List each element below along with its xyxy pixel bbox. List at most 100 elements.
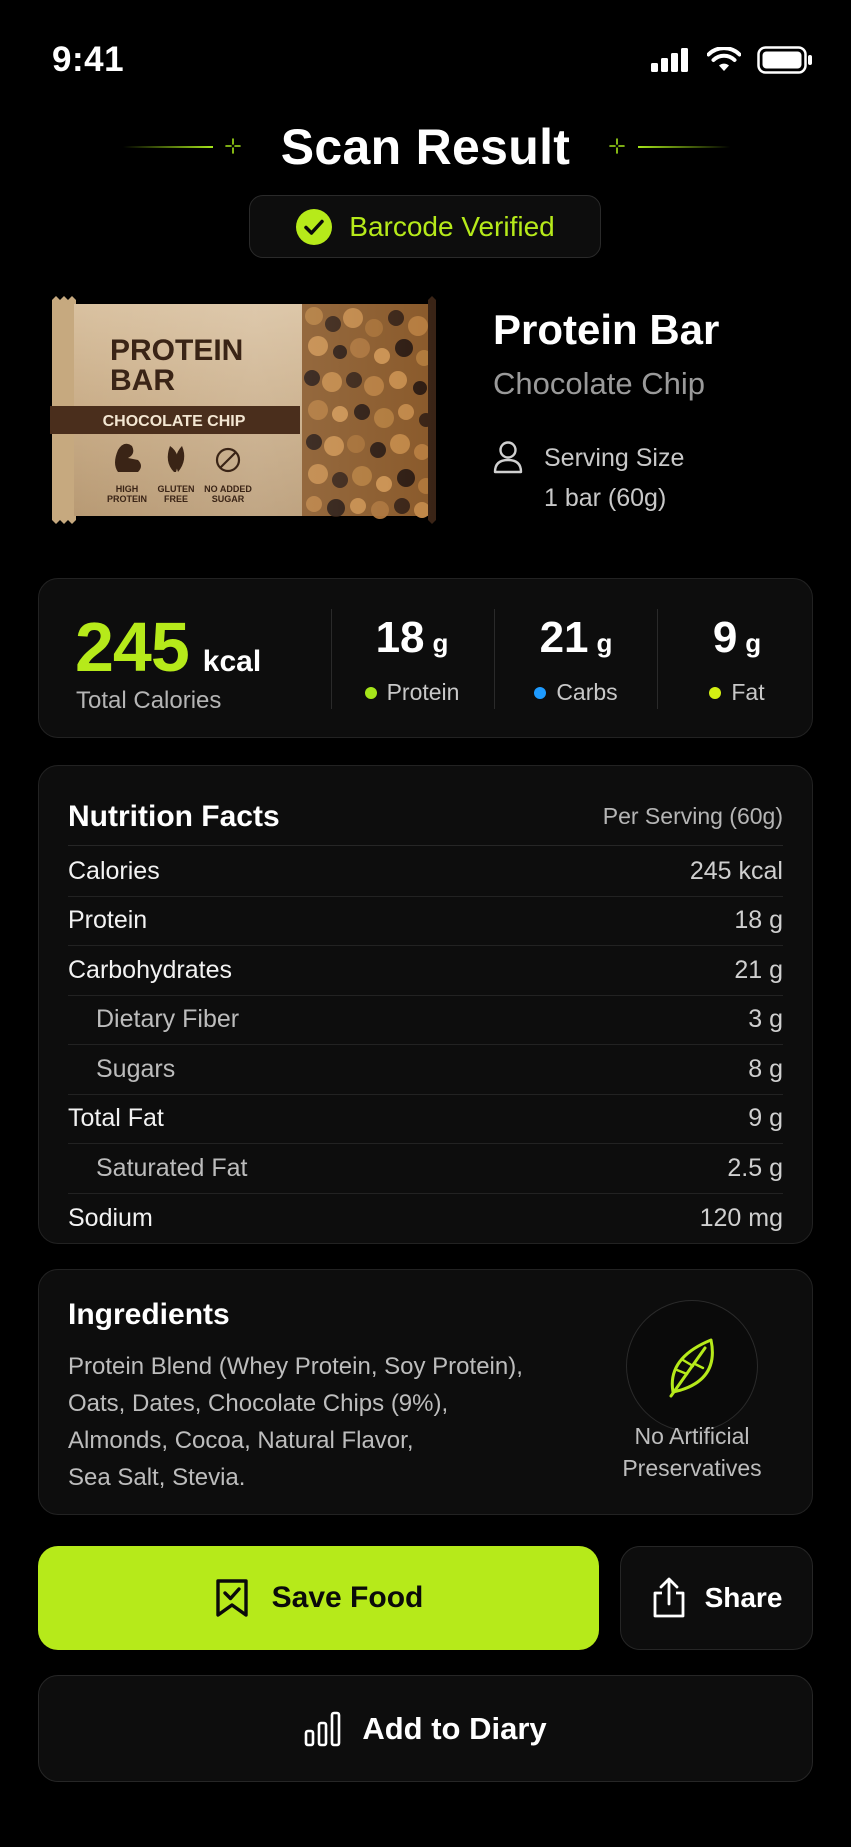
divider (657, 609, 658, 709)
divider (331, 609, 332, 709)
nutrient-label: Protein (68, 906, 148, 935)
product-image: PROTEIN BAR CHOCOLATE CHIP HIGH PROTEIN … (50, 296, 436, 524)
package-brand-line1: PROTEIN (110, 334, 243, 367)
nutrient-label: Calories (68, 856, 160, 885)
battery-icon (757, 46, 812, 74)
nutrition-facts-header: Nutrition Facts Per Serving (60g) (68, 788, 783, 846)
product-variant: Chocolate Chip (493, 366, 705, 401)
fat-dot (709, 686, 722, 699)
barcode-verified-badge: Barcode Verified (249, 195, 601, 258)
save-food-button[interactable]: Save Food (38, 1546, 599, 1650)
macro-unit: g (745, 628, 762, 658)
share-button[interactable]: Share (620, 1546, 813, 1650)
nutrient-label: Sodium (68, 1203, 153, 1232)
nutrition-facts-title: Nutrition Facts (68, 799, 280, 833)
ingredients-title: Ingredients (68, 1298, 230, 1331)
check-circle-icon (296, 208, 333, 245)
nutrient-value: 2.5 g (727, 1153, 783, 1182)
nutrition-row: Total Fat 9 g (68, 1095, 783, 1144)
macro-value: 18 (375, 613, 425, 662)
nutrient-value: 245 kcal (689, 856, 783, 885)
package-badge-2-line1: GLUTEN (158, 484, 195, 494)
nutrition-row: Protein 18 g (68, 897, 783, 946)
ingredients-line: Protein Blend (Whey Protein, Soy Protein… (68, 1353, 523, 1380)
nutrient-label: Dietary Fiber (96, 1005, 240, 1034)
share-icon (653, 1577, 684, 1618)
nutrition-row: Sodium 120 mg (68, 1194, 783, 1244)
calories-unit: kcal (202, 645, 262, 678)
macro-label: Carbs (556, 679, 618, 705)
nutrition-row: Carbohydrates 21 g (68, 946, 783, 996)
status-bar: 9:41 (0, 0, 851, 120)
preservatives-line2: Preservatives (622, 1455, 762, 1481)
person-icon (493, 441, 523, 474)
nutrition-row: Sugars 8 g (68, 1045, 783, 1095)
product-info: Protein Bar Chocolate Chip (493, 306, 719, 402)
nutrition-row: Calories 245 kcal (68, 847, 783, 897)
ingredients-text: Protein Blend (Whey Protein, Soy Protein… (68, 1348, 568, 1496)
nutrient-value: 9 g (748, 1104, 783, 1133)
serving-size-value: 1 bar (60g) (544, 484, 667, 512)
macro-value: 21 (539, 613, 589, 662)
nutrient-label: Carbohydrates (68, 955, 232, 984)
package-brand-line2: BAR (110, 364, 175, 397)
product-name: Protein Bar (493, 306, 720, 353)
leaf-icon (669, 1338, 714, 1398)
no-preservatives-badge (626, 1300, 758, 1432)
status-icons (651, 46, 813, 74)
carbs-dot (534, 686, 547, 699)
nutrient-label: Total Fat (68, 1104, 164, 1133)
ingredients-line: Sea Salt, Stevia. (68, 1464, 246, 1491)
add-to-diary-button[interactable]: Add to Diary (38, 1675, 813, 1782)
title-decoration-left (123, 146, 213, 148)
package-badge-3-line1: NO ADDED (204, 484, 252, 494)
total-calories-label: Total Calories (76, 687, 222, 714)
wifi-icon (707, 47, 741, 71)
calories-number: 245 (75, 608, 190, 686)
macro-value: 9 (712, 613, 738, 662)
nutrient-label: Sugars (96, 1054, 176, 1083)
bar-chart-icon (305, 1711, 341, 1746)
total-calories-value: 245 kcal (75, 607, 261, 687)
package-badge-1-line2: PROTEIN (107, 494, 147, 504)
nutrition-row: Dietary Fiber 3 g (68, 996, 783, 1045)
cellular-signal-icon (651, 48, 688, 72)
macro-protein: 18 g Protein (342, 613, 482, 706)
title-row: Scan Result (0, 112, 851, 182)
nutrition-per-serving: Per Serving (60g) (602, 803, 783, 829)
macro-unit: g (596, 628, 613, 658)
nutrition-rows: Calories 245 kcal Protein 18 g Carbohydr… (68, 847, 783, 1243)
nutrition-facts-card: Nutrition Facts Per Serving (60g) Calori… (38, 765, 813, 1244)
status-time: 9:41 (52, 40, 125, 79)
nutrient-value: 21 g (734, 955, 783, 984)
share-label: Share (704, 1582, 783, 1613)
protein-dot (364, 686, 377, 699)
macro-label: Protein (386, 679, 460, 705)
ingredients-line: Oats, Dates, Chocolate Chips (9%), (68, 1390, 449, 1417)
page-title: Scan Result (280, 119, 571, 175)
nutrient-value: 18 g (734, 906, 783, 935)
add-to-diary-label: Add to Diary (362, 1710, 547, 1746)
nutrient-value: 8 g (748, 1054, 783, 1083)
package-flavor: CHOCOLATE CHIP (103, 413, 246, 430)
ingredients-card: Ingredients Protein Blend (Whey Protein,… (38, 1269, 813, 1515)
bookmark-icon (215, 1579, 248, 1617)
macro-unit: g (432, 628, 449, 658)
nutrient-label: Saturated Fat (96, 1153, 248, 1182)
save-food-label: Save Food (271, 1581, 424, 1614)
macro-carbs: 21 g Carbs (506, 613, 646, 706)
preservatives-line1: No Artificial (634, 1423, 750, 1449)
package-badge-2-line2: FREE (164, 494, 188, 504)
serving-size-label: Serving Size (544, 444, 685, 472)
sparkle-icon (225, 138, 241, 154)
package-badge-1-line1: HIGH (116, 484, 139, 494)
badge-label: Barcode Verified (349, 210, 555, 242)
serving-size: Serving Size 1 bar (60g) (492, 438, 684, 518)
package-badge-3-line2: SUGAR (212, 494, 245, 504)
macro-fat: 9 g Fat (667, 613, 807, 706)
title-decoration-right (638, 146, 730, 148)
nutrition-row: Saturated Fat 2.5 g (68, 1144, 783, 1194)
nutrient-value: 120 mg (699, 1203, 783, 1232)
macro-label: Fat (731, 679, 765, 705)
sparkle-icon (609, 138, 625, 154)
